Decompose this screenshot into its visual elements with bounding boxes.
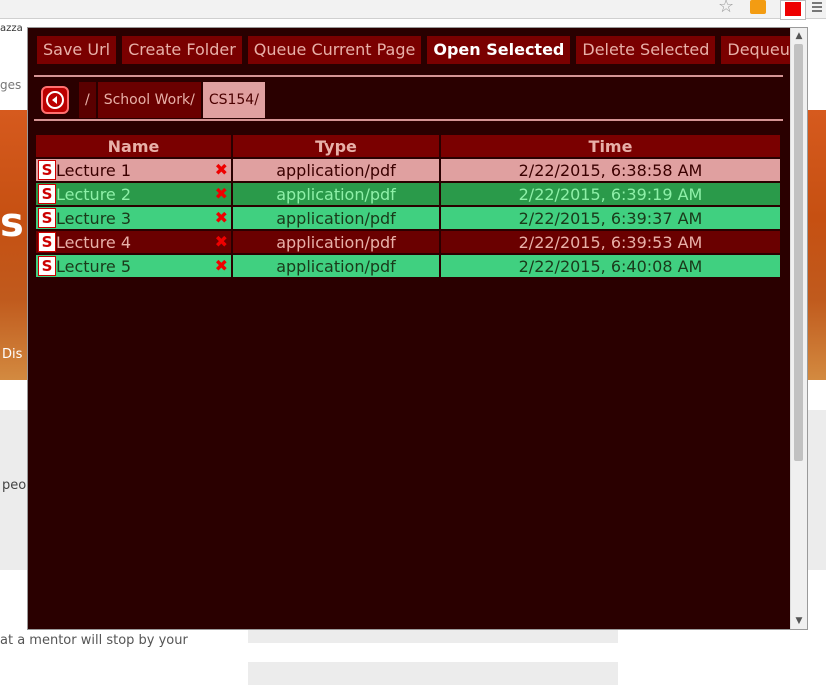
file-name[interactable]: Lecture 2 [56,185,131,204]
star-icon[interactable]: ☆ [718,0,734,17]
breadcrumb-root[interactable]: / [79,82,96,118]
column-header-type[interactable]: Type [231,133,441,159]
queue-current-page-button[interactable]: Queue Current Page [247,36,422,64]
breadcrumb: / School Work/ CS154/ [41,82,267,118]
menu-icon[interactable] [812,2,822,14]
bookmark-fragment: azza [0,23,23,34]
name-cell: S Lecture 2 ✖ [34,181,233,207]
page-text-fragment: at a mentor will stop by your [0,633,188,648]
hero-link-fragment: Dis [2,347,23,362]
column-header-name[interactable]: Name [34,133,233,159]
file-s-icon: S [38,160,56,181]
table-row[interactable]: S Lecture 4 ✖ application/pdf 2/22/2015, … [34,229,782,255]
breadcrumb-cs154[interactable]: CS154/ [202,82,265,118]
page-text-fragment: ges [0,78,22,92]
table-row[interactable]: S Lecture 2 ✖ application/pdf 2/22/2015, … [34,181,782,207]
popup-toolbar: Save Url Create Folder Queue Current Pag… [37,36,806,64]
name-cell: S Lecture 1 ✖ [34,157,233,183]
back-arrow-icon[interactable] [41,86,69,114]
delete-selected-button[interactable]: Delete Selected [576,36,716,64]
file-s-icon: S [38,232,56,253]
delete-icon[interactable]: ✖ [215,160,228,179]
table-row[interactable]: S Lecture 5 ✖ application/pdf 2/22/2015, … [34,253,782,279]
table-row[interactable]: S Lecture 1 ✖ application/pdf 2/22/2015, … [34,157,782,183]
time-cell: 2/22/2015, 6:39:19 AM [439,181,782,207]
create-folder-button[interactable]: Create Folder [122,36,242,64]
page-text-fragment: peo [2,478,27,493]
divider [34,119,783,121]
type-cell: application/pdf [231,157,441,183]
content-box [248,662,618,685]
time-cell: 2/22/2015, 6:39:53 AM [439,229,782,255]
file-s-icon: S [38,184,56,205]
time-cell: 2/22/2015, 6:39:37 AM [439,205,782,231]
open-selected-button[interactable]: Open Selected [427,36,571,64]
rss-icon[interactable] [750,0,766,14]
delete-icon[interactable]: ✖ [215,208,228,227]
file-name[interactable]: Lecture 5 [56,257,131,276]
type-cell: application/pdf [231,229,441,255]
extension-icon[interactable] [780,0,806,20]
save-url-button[interactable]: Save Url [37,36,117,64]
time-cell: 2/22/2015, 6:38:58 AM [439,157,782,183]
type-cell: application/pdf [231,205,441,231]
popup-scrollbar[interactable]: ▲ ▼ [790,28,807,629]
file-name[interactable]: Lecture 3 [56,209,131,228]
column-header-time[interactable]: Time [439,133,782,159]
type-cell: application/pdf [231,253,441,279]
file-name[interactable]: Lecture 4 [56,233,131,252]
delete-icon[interactable]: ✖ [215,232,228,251]
file-s-icon: S [38,208,56,229]
scrollbar-thumb[interactable] [794,44,803,461]
hero-title-fragment: s [0,200,24,246]
name-cell: S Lecture 4 ✖ [34,229,233,255]
scroll-up-icon[interactable]: ▲ [791,28,807,44]
scroll-down-icon[interactable]: ▼ [791,613,807,629]
time-cell: 2/22/2015, 6:40:08 AM [439,253,782,279]
divider [34,75,783,77]
delete-icon[interactable]: ✖ [215,256,228,275]
file-name[interactable]: Lecture 1 [56,161,131,180]
extension-popup: Save Url Create Folder Queue Current Pag… [27,27,808,630]
file-table: Name Type Time S Lecture 1 ✖ application/… [34,133,782,279]
breadcrumb-school-work[interactable]: School Work/ [97,82,201,118]
name-cell: S Lecture 5 ✖ [34,253,233,279]
delete-icon[interactable]: ✖ [215,184,228,203]
file-s-icon: S [38,256,56,277]
type-cell: application/pdf [231,181,441,207]
table-row[interactable]: S Lecture 3 ✖ application/pdf 2/22/2015, … [34,205,782,231]
browser-toolbar [0,0,826,19]
name-cell: S Lecture 3 ✖ [34,205,233,231]
